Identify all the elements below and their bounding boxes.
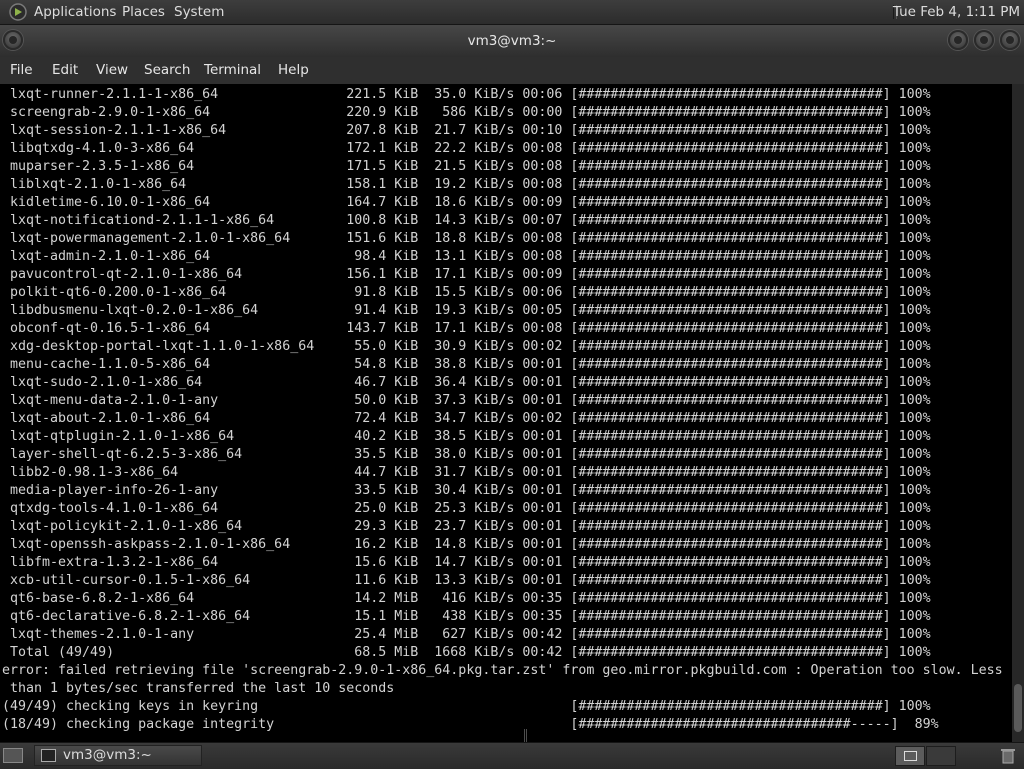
menu-search[interactable]: Search [144,62,190,79]
terminal-line: lxqt-themes-2.1.0-1-any 25.4 MiB 627 KiB… [2,627,931,642]
workspace-1[interactable] [895,746,925,766]
terminal-line: lxqt-notificationd-2.1.1-1-x86_64 100.8 … [2,213,931,228]
window-title: vm3@vm3:~ [467,33,557,49]
terminal-line: menu-cache-1.1.0-5-x86_64 54.8 KiB 38.8 … [2,357,931,372]
terminal-line: (18/49) checking package integrity [####… [2,717,939,732]
menu-edit[interactable]: Edit [52,62,78,79]
terminal-line: lxqt-session-2.1.1-1-x86_64 207.8 KiB 21… [2,123,931,138]
trash-icon[interactable] [998,746,1018,766]
menu-file[interactable]: File [10,62,33,79]
terminal-line: liblxqt-2.1.0-1-x86_64 158.1 KiB 19.2 Ki… [2,177,931,192]
terminal-line: lxqt-about-2.1.0-1-x86_64 72.4 KiB 34.7 … [2,411,931,426]
clock[interactable]: Tue Feb 4, 1:11 PM [893,4,1020,20]
terminal-scrollbar[interactable] [1012,84,1024,742]
places-menu[interactable]: Places [122,4,165,20]
terminal-line: (49/49) checking keys in keyring [######… [2,699,931,714]
terminal-line: libdbusmenu-lxqt-0.2.0-1-x86_64 91.4 KiB… [2,303,931,318]
maximize-button[interactable] [974,30,994,50]
terminal-line: polkit-qt6-0.200.0-1-x86_64 91.8 KiB 15.… [2,285,931,300]
menu-terminal[interactable]: Terminal [204,62,261,79]
terminal-line: libfm-extra-1.3.2-1-x86_64 15.6 KiB 14.7… [2,555,931,570]
terminal-line: screengrab-2.9.0-1-x86_64 220.9 KiB 586 … [2,105,931,120]
terminal-line: lxqt-policykit-2.1.0-1-x86_64 29.3 KiB 2… [2,519,931,534]
show-desktop-icon[interactable] [3,748,23,763]
terminal-icon [41,749,56,762]
terminal-line: lxqt-sudo-2.1.0-1-x86_64 46.7 KiB 36.4 K… [2,375,931,390]
terminal-line: kidletime-6.10.0-1-x86_64 164.7 KiB 18.6… [2,195,931,210]
menu-help[interactable]: Help [278,62,309,79]
terminal-line: than 1 bytes/sec transferred the last 10… [2,681,395,696]
workspace-window-icon [904,751,917,761]
terminal-line: libb2-0.98.1-3-x86_64 44.7 KiB 31.7 KiB/… [2,465,931,480]
terminal-line: lxqt-openssh-askpass-2.1.0-1-x86_64 16.2… [2,537,931,552]
terminal-line: xdg-desktop-portal-lxqt-1.1.0-1-x86_64 5… [2,339,931,354]
terminal-line: lxqt-runner-2.1.1-1-x86_64 221.5 KiB 35.… [2,87,931,102]
terminal-line: lxqt-admin-2.1.0-1-x86_64 98.4 KiB 13.1 … [2,249,931,264]
close-button[interactable] [1000,30,1020,50]
terminal-line: error: failed retrieving file 'screengra… [2,663,1003,678]
terminal-line: lxqt-powermanagement-2.1.0-1-x86_64 151.… [2,231,931,246]
terminal-output[interactable]: lxqt-runner-2.1.1-1-x86_64 221.5 KiB 35.… [0,84,1012,742]
terminal-line: pavucontrol-qt-2.1.0-1-x86_64 156.1 KiB … [2,267,931,282]
terminal-line: lxqt-qtplugin-2.1.0-1-x86_64 40.2 KiB 38… [2,429,931,444]
terminal-line: qt6-base-6.8.2-1-x86_64 14.2 MiB 416 KiB… [2,591,931,606]
menu-view[interactable]: View [96,62,128,79]
terminal-line: qt6-declarative-6.8.2-1-x86_64 15.1 MiB … [2,609,931,624]
terminal-line: obconf-qt-0.16.5-1-x86_64 143.7 KiB 17.1… [2,321,931,336]
workspace-2[interactable] [926,746,956,766]
terminal-line: qtxdg-tools-4.1.0-1-x86_64 25.0 KiB 25.3… [2,501,931,516]
terminal-line: media-player-info-26-1-any 33.5 KiB 30.4… [2,483,931,498]
terminal-line: libqtxdg-4.1.0-3-x86_64 172.1 KiB 22.2 K… [2,141,931,156]
applications-menu[interactable]: Applications [34,4,116,20]
taskbar-item-terminal[interactable]: vm3@vm3:~ [34,745,202,766]
minimize-button[interactable] [948,30,968,50]
menubar: File Edit View Search Terminal Help [0,57,1024,84]
taskbar-item-label: vm3@vm3:~ [63,747,152,763]
scrollbar-thumb[interactable] [1014,684,1022,732]
terminal-line: lxqt-menu-data-2.1.0-1-any 50.0 KiB 37.3… [2,393,931,408]
terminal-line: xcb-util-cursor-0.1.5-1-x86_64 11.6 KiB … [2,573,931,588]
terminal-line: layer-shell-qt-6.2.5-3-x86_64 35.5 KiB 3… [2,447,931,462]
system-menu[interactable]: System [174,4,224,20]
top-panel: Applications Places System Tue Feb 4, 1:… [0,0,1024,25]
terminal-line: muparser-2.3.5-1-x86_64 171.5 KiB 21.5 K… [2,159,931,174]
terminal-line: Total (49/49) 68.5 MiB 1668 KiB/s 00:42 … [2,645,931,660]
window-titlebar[interactable]: vm3@vm3:~ [0,25,1024,57]
bottom-panel: vm3@vm3:~ [0,742,1024,769]
applications-logo-icon[interactable] [9,3,27,21]
